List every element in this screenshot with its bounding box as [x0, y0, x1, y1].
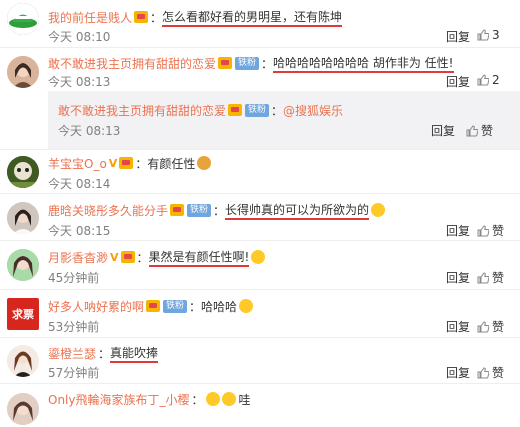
comment-line: 鹿晗关晓彤多久能分手 铁粉 ： 长得帅真的可以为所欲为的	[48, 201, 386, 220]
divider	[0, 47, 520, 48]
reply-button[interactable]: 回复	[446, 73, 470, 90]
thumb-up-icon	[477, 320, 489, 332]
comment-line: Only飛輪海家族布丁_小樱 ： 哇	[48, 391, 251, 408]
username[interactable]: 我的前任是贱人	[48, 9, 132, 26]
timestamp: 今天 08:13	[48, 75, 111, 89]
reply-button[interactable]: 回复	[446, 28, 470, 45]
reply-button[interactable]: 回复	[446, 222, 470, 239]
avatar[interactable]	[7, 393, 39, 425]
like-count: 2	[492, 73, 500, 87]
avatar[interactable]	[7, 345, 39, 377]
comment-text: 长得帅真的可以为所欲为的	[225, 201, 370, 220]
username[interactable]: 敢不敢进我主页拥有甜甜的恋爱	[48, 55, 216, 72]
like-label: 赞	[492, 224, 505, 238]
like-label: 赞	[481, 124, 494, 138]
timestamp: 57分钟前	[48, 366, 100, 380]
member-crown-icon	[119, 157, 134, 169]
emoji-icon	[197, 156, 212, 170]
member-crown-icon	[218, 57, 233, 69]
like-count: 3	[492, 28, 500, 42]
like-label: 赞	[492, 366, 505, 380]
divider	[0, 149, 520, 150]
member-crown-icon	[120, 251, 135, 263]
member-crown-icon	[134, 11, 149, 23]
laughing-emoji-icon	[205, 392, 220, 406]
comment-line: 敢不敢进我主页拥有甜甜的恋爱 铁粉 ： @搜狐娱乐	[58, 102, 344, 119]
avatar[interactable]: 求票	[7, 298, 39, 330]
like-button[interactable]: 3	[477, 28, 500, 42]
divider	[0, 193, 520, 194]
divider	[0, 240, 520, 241]
fan-badge: 铁粉	[245, 103, 270, 117]
avatar[interactable]	[7, 156, 39, 188]
thumb-up-icon	[477, 29, 489, 41]
thumb-up-icon	[466, 124, 478, 136]
username[interactable]: 鎏橙兰瑟	[48, 345, 96, 362]
reply-button[interactable]: 回复	[446, 364, 470, 381]
thumb-up-icon	[477, 271, 489, 283]
like-label: 赞	[492, 320, 505, 334]
verified-v-icon: V	[108, 156, 118, 170]
thumb-up-icon	[477, 224, 489, 236]
like-button[interactable]: 赞	[477, 269, 504, 286]
member-crown-icon	[146, 300, 161, 312]
timestamp: 今天 08:13	[58, 124, 121, 138]
member-crown-icon	[170, 204, 185, 216]
username[interactable]: 羊宝宝O_o	[48, 155, 107, 172]
timestamp: 今天 08:15	[48, 224, 111, 238]
reply-button[interactable]: 回复	[446, 269, 470, 286]
thumb-up-icon	[477, 366, 489, 378]
mention-link[interactable]: @搜狐娱乐	[283, 102, 343, 119]
comment-line: 敢不敢进我主页拥有甜甜的恋爱 铁粉 ： 哈哈哈哈哈哈哈哈 胡作非为 任性!	[48, 54, 454, 73]
verified-v-icon: V	[110, 250, 119, 264]
fan-badge: 铁粉	[235, 56, 260, 70]
timestamp: 今天 08:14	[48, 177, 111, 191]
comment-line: 羊宝宝O_o V ： 有颜任性	[48, 154, 212, 172]
timestamp: 45分钟前	[48, 271, 100, 285]
comment-text: 真能吹捧	[110, 344, 159, 363]
comment-line: 我的前任是贱人 ： 怎么看都好看的男明星，还有陈坤	[48, 8, 343, 27]
timestamp: 53分钟前	[48, 320, 100, 334]
reply-button[interactable]: 回复	[431, 122, 455, 139]
comment-text: 哈哈哈哈哈哈哈哈 胡作非为 任性!	[273, 54, 454, 73]
divider	[0, 383, 520, 384]
emoji-icon	[371, 203, 386, 217]
avatar[interactable]	[7, 56, 39, 88]
timestamp: 今天 08:10	[48, 30, 111, 44]
member-crown-icon	[228, 104, 243, 116]
username[interactable]: 敢不敢进我主页拥有甜甜的恋爱	[58, 102, 226, 119]
comment-text: 哇	[238, 392, 251, 407]
fan-badge: 铁粉	[163, 299, 188, 313]
like-button[interactable]: 赞	[477, 222, 504, 239]
sub-reply-box: 敢不敢进我主页拥有甜甜的恋爱 铁粉 ： @搜狐娱乐 今天 08:13 回复 赞	[48, 91, 520, 149]
comment-text: 有颜任性	[147, 156, 196, 171]
comment-text: 怎么看都好看的男明星，还有陈坤	[162, 8, 343, 27]
comment-text: 哈哈哈	[201, 299, 238, 314]
like-button[interactable]: 2	[477, 73, 500, 87]
comment-line: 鎏橙兰瑟 ： 真能吹捧	[48, 344, 159, 363]
reply-button[interactable]: 回复	[446, 318, 470, 335]
like-button[interactable]: 赞	[466, 122, 493, 139]
divider	[0, 289, 520, 290]
comment-line: 好多人呐好累的啊 铁粉 ： 哈哈哈	[48, 297, 254, 315]
comment-line: 月影香杳渺 V ： 果然是有颜任性啊!	[48, 248, 266, 267]
avatar[interactable]	[7, 202, 39, 234]
comment-text: 果然是有颜任性啊!	[148, 248, 250, 267]
fan-badge: 铁粉	[187, 203, 212, 217]
thumb-up-icon	[477, 74, 489, 86]
like-button[interactable]: 赞	[477, 318, 504, 335]
like-button[interactable]: 赞	[477, 364, 504, 381]
laughing-emoji-icon	[251, 250, 266, 264]
like-label: 赞	[492, 271, 505, 285]
laughing-emoji-icon	[221, 392, 236, 406]
username[interactable]: 月影香杳渺	[48, 249, 108, 266]
divider	[0, 337, 520, 338]
grin-emoji-icon	[239, 299, 254, 313]
avatar-label: 求票	[12, 308, 34, 321]
username[interactable]: Only飛輪海家族布丁_小樱	[48, 391, 190, 408]
username[interactable]: 鹿晗关晓彤多久能分手	[48, 202, 168, 219]
avatar[interactable]	[7, 249, 39, 281]
avatar[interactable]	[7, 3, 39, 35]
username[interactable]: 好多人呐好累的啊	[48, 298, 144, 315]
